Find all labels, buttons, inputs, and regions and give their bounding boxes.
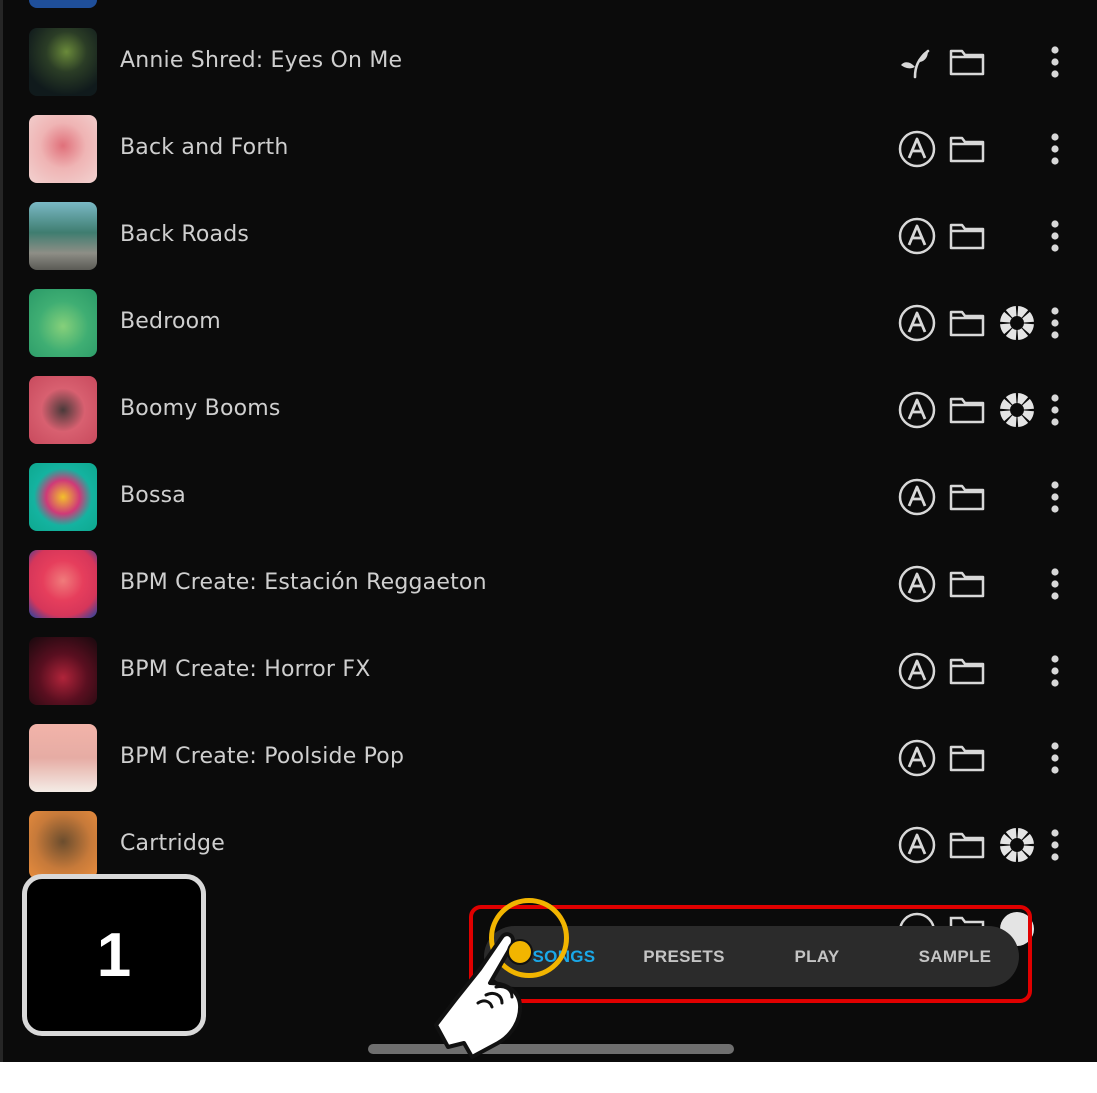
more-options-icon[interactable]	[1046, 652, 1064, 690]
artist-a-icon	[898, 826, 936, 864]
artist-a-icon	[898, 739, 936, 777]
song-title: Bossa	[120, 483, 186, 508]
album-art	[29, 376, 97, 444]
more-options-icon[interactable]	[1046, 217, 1064, 255]
folder-icon[interactable]	[949, 222, 985, 250]
more-options-icon[interactable]	[1046, 130, 1064, 168]
sound-pack-icon	[1000, 393, 1034, 427]
artist-a-icon	[898, 652, 936, 690]
sound-pack-icon	[1000, 306, 1034, 340]
song-row[interactable]: BPM Create: Horror FX	[0, 637, 1097, 724]
song-row[interactable]: Bedroom	[0, 289, 1097, 376]
folder-icon[interactable]	[949, 657, 985, 685]
song-title: Back Roads	[120, 222, 250, 247]
song-title: Back and Forth	[120, 135, 289, 160]
album-art	[29, 724, 97, 792]
artist-a-icon	[898, 130, 936, 168]
album-art	[29, 202, 97, 270]
album-art	[29, 115, 97, 183]
artist-a-icon	[898, 565, 936, 603]
folder-icon[interactable]	[949, 483, 985, 511]
song-title: BPM Create: Estación Reggaeton	[120, 570, 487, 595]
song-row[interactable]: Bossa	[0, 463, 1097, 550]
pointing-hand-icon	[434, 932, 533, 1059]
album-art	[29, 463, 97, 531]
album-art	[29, 550, 97, 618]
folder-icon[interactable]	[949, 48, 985, 76]
folder-icon[interactable]	[949, 570, 985, 598]
artist-a-icon	[898, 391, 936, 429]
folder-icon[interactable]	[949, 135, 985, 163]
song-row[interactable]: Back Roads	[0, 202, 1097, 289]
step-badge: 1	[22, 874, 206, 1036]
album-art	[29, 811, 97, 879]
sound-pack-icon	[1000, 828, 1034, 862]
artist-a-icon	[898, 217, 936, 255]
folder-icon[interactable]	[949, 744, 985, 772]
sprout-icon	[901, 49, 930, 79]
album-art	[29, 289, 97, 357]
step-number: 1	[96, 921, 132, 990]
more-options-icon[interactable]	[1046, 478, 1064, 516]
more-options-icon[interactable]	[1046, 826, 1064, 864]
song-title: BPM Create: Horror FX	[120, 657, 371, 682]
folder-icon[interactable]	[949, 396, 985, 424]
more-options-icon[interactable]	[1046, 304, 1064, 342]
song-row[interactable]: BPM Create: Estación Reggaeton	[0, 550, 1097, 637]
song-row[interactable]: Back and Forth	[0, 115, 1097, 202]
folder-icon[interactable]	[949, 309, 985, 337]
song-title: Cartridge	[120, 831, 225, 856]
album-art	[29, 637, 97, 705]
album-art	[29, 28, 97, 96]
song-row[interactable]: Annie Shred: Eyes On Me	[0, 28, 1097, 115]
artist-a-icon	[898, 304, 936, 342]
more-options-icon[interactable]	[1046, 739, 1064, 777]
more-options-icon[interactable]	[1046, 43, 1064, 81]
song-title: BPM Create: Poolside Pop	[120, 744, 405, 769]
album-art-partial	[29, 0, 97, 8]
song-title: Bedroom	[120, 309, 221, 334]
song-title: Annie Shred: Eyes On Me	[120, 48, 403, 73]
folder-icon[interactable]	[949, 831, 985, 859]
song-title: Boomy Booms	[120, 396, 281, 421]
more-options-icon[interactable]	[1046, 391, 1064, 429]
more-options-icon[interactable]	[1046, 565, 1064, 603]
song-row[interactable]: BPM Create: Poolside Pop	[0, 724, 1097, 811]
song-row[interactable]: Boomy Booms	[0, 376, 1097, 463]
artist-a-icon	[898, 478, 936, 516]
